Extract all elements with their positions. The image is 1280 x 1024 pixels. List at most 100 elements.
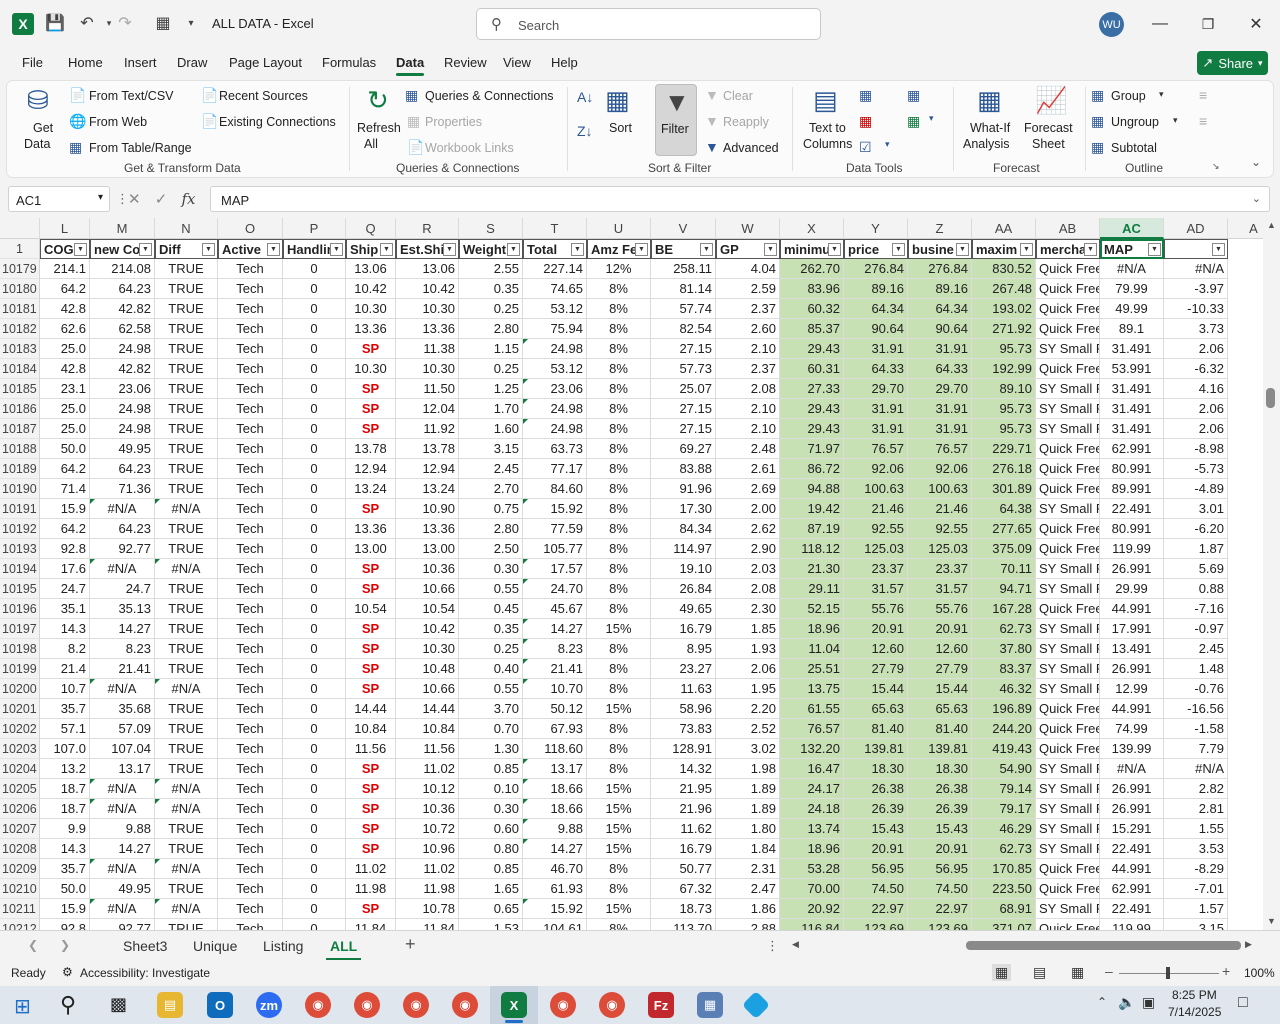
cell[interactable]: TRUE bbox=[155, 519, 218, 539]
cell[interactable]: 3.15 bbox=[459, 439, 523, 459]
filezilla-icon[interactable]: Fz bbox=[648, 992, 674, 1018]
header-cell[interactable]: busine ▼ bbox=[908, 239, 972, 259]
cell[interactable]: 258.11 bbox=[651, 259, 716, 279]
cell[interactable]: 192.99 bbox=[972, 359, 1036, 379]
row-header[interactable]: 10179 bbox=[0, 259, 40, 279]
cell[interactable]: 1.87 bbox=[1164, 539, 1228, 559]
column-header-s[interactable]: S bbox=[459, 218, 523, 239]
filter-dropdown-icon[interactable]: ▼ bbox=[700, 243, 713, 256]
cell[interactable]: 62.6 bbox=[40, 319, 90, 339]
cell[interactable]: 1.80 bbox=[716, 819, 780, 839]
cell[interactable]: 61.93 bbox=[523, 879, 587, 899]
cell[interactable]: 8.23 bbox=[523, 639, 587, 659]
cell[interactable]: TRUE bbox=[155, 699, 218, 719]
cell[interactable]: 0 bbox=[283, 619, 346, 639]
row-header[interactable]: 10207 bbox=[0, 819, 40, 839]
undo-icon[interactable]: ↶ bbox=[76, 12, 98, 34]
cell[interactable]: SP bbox=[346, 399, 396, 419]
cell[interactable]: 11.56 bbox=[396, 739, 459, 759]
cell[interactable]: 2.37 bbox=[716, 359, 780, 379]
column-header-l[interactable]: L bbox=[40, 218, 90, 239]
cell[interactable]: 77.17 bbox=[523, 459, 587, 479]
cell[interactable]: 46.32 bbox=[972, 679, 1036, 699]
cell[interactable]: 26.991 bbox=[1100, 799, 1164, 819]
cell[interactable]: 90.64 bbox=[844, 319, 908, 339]
forecast-sheet-label-2[interactable]: Sheet bbox=[1032, 137, 1065, 151]
cell[interactable]: 64.33 bbox=[844, 359, 908, 379]
cell[interactable]: 24.98 bbox=[90, 419, 155, 439]
cell[interactable]: 64.2 bbox=[40, 279, 90, 299]
row-header[interactable]: 10185 bbox=[0, 379, 40, 399]
filter-dropdown-icon[interactable]: ▼ bbox=[507, 243, 520, 256]
cell[interactable]: 2.10 bbox=[716, 339, 780, 359]
row-header[interactable]: 10182 bbox=[0, 319, 40, 339]
cell[interactable]: 31.57 bbox=[908, 579, 972, 599]
cell[interactable]: 2.45 bbox=[1164, 639, 1228, 659]
error-indicator-icon[interactable] bbox=[523, 499, 528, 504]
cell[interactable]: 8% bbox=[587, 539, 651, 559]
cell[interactable]: 50.77 bbox=[651, 859, 716, 879]
chrome-profile-3-icon[interactable]: ◉ bbox=[403, 992, 429, 1018]
cell[interactable]: #N/A bbox=[155, 899, 218, 919]
cell[interactable]: SY Small P bbox=[1036, 839, 1100, 859]
row-header[interactable]: 10203 bbox=[0, 739, 40, 759]
queries-connections-button[interactable]: Queries & Connections bbox=[425, 89, 554, 103]
cell[interactable]: 89.10 bbox=[972, 379, 1036, 399]
cell[interactable]: -4.89 bbox=[1164, 479, 1228, 499]
cell[interactable]: 8% bbox=[587, 319, 651, 339]
cell[interactable]: 0 bbox=[283, 559, 346, 579]
cell[interactable]: 116.84 bbox=[780, 919, 844, 930]
cell[interactable]: 70.11 bbox=[972, 559, 1036, 579]
cell[interactable]: 0.35 bbox=[459, 279, 523, 299]
cell[interactable]: Tech bbox=[218, 279, 283, 299]
cell[interactable]: 64.34 bbox=[908, 299, 972, 319]
cell[interactable]: Tech bbox=[218, 919, 283, 930]
cell[interactable]: 1.25 bbox=[459, 379, 523, 399]
filter-dropdown-icon[interactable]: ▼ bbox=[74, 243, 87, 256]
cell[interactable]: 11.84 bbox=[346, 919, 396, 930]
cell[interactable]: 1.89 bbox=[716, 799, 780, 819]
group-dropdown-icon[interactable]: ▾ bbox=[1159, 89, 1164, 100]
row-header[interactable]: 10205 bbox=[0, 779, 40, 799]
cell[interactable]: 10.30 bbox=[396, 299, 459, 319]
cell[interactable]: 0 bbox=[283, 739, 346, 759]
cell[interactable]: 44.991 bbox=[1100, 699, 1164, 719]
column-header-z[interactable]: Z bbox=[908, 218, 972, 239]
cell[interactable]: 1.85 bbox=[716, 619, 780, 639]
cell[interactable]: 0 bbox=[283, 599, 346, 619]
cell[interactable]: 0.80 bbox=[459, 839, 523, 859]
cell[interactable]: 42.82 bbox=[90, 299, 155, 319]
row-header[interactable]: 10180 bbox=[0, 279, 40, 299]
cell[interactable]: 1.89 bbox=[716, 779, 780, 799]
error-indicator-icon[interactable] bbox=[155, 899, 160, 904]
cell[interactable]: 9.9 bbox=[40, 819, 90, 839]
column-header-o[interactable]: O bbox=[218, 218, 283, 239]
minimize-icon[interactable]: — bbox=[1145, 10, 1175, 38]
cell[interactable]: 62.991 bbox=[1100, 439, 1164, 459]
filter-dropdown-icon[interactable]: ▼ bbox=[330, 243, 343, 256]
cell[interactable]: 62.58 bbox=[90, 319, 155, 339]
cell[interactable]: 75.94 bbox=[523, 319, 587, 339]
cell[interactable]: 24.17 bbox=[780, 779, 844, 799]
add-sheet-icon[interactable]: + bbox=[405, 934, 416, 955]
error-indicator-icon[interactable] bbox=[523, 379, 528, 384]
cell[interactable]: 119.99 bbox=[1100, 539, 1164, 559]
cell[interactable]: 13.78 bbox=[346, 439, 396, 459]
cell[interactable]: 0 bbox=[283, 899, 346, 919]
cell[interactable]: 14.44 bbox=[346, 699, 396, 719]
error-indicator-icon[interactable] bbox=[523, 779, 528, 784]
cell[interactable]: 14.32 bbox=[651, 759, 716, 779]
cell[interactable]: 11.56 bbox=[346, 739, 396, 759]
cell[interactable]: 8.23 bbox=[90, 639, 155, 659]
cell[interactable]: Quick Free bbox=[1036, 359, 1100, 379]
page-layout-view-icon[interactable]: ▤ bbox=[1033, 964, 1046, 981]
cell[interactable]: SY Small P bbox=[1036, 779, 1100, 799]
cell[interactable]: 24.7 bbox=[90, 579, 155, 599]
cell[interactable]: 3.70 bbox=[459, 699, 523, 719]
cell[interactable]: 11.50 bbox=[396, 379, 459, 399]
cell[interactable]: 15% bbox=[587, 799, 651, 819]
cell[interactable]: SP bbox=[346, 819, 396, 839]
sort-button[interactable]: Sort bbox=[609, 121, 632, 135]
cell[interactable]: 29.11 bbox=[780, 579, 844, 599]
cell[interactable]: 83.96 bbox=[780, 279, 844, 299]
